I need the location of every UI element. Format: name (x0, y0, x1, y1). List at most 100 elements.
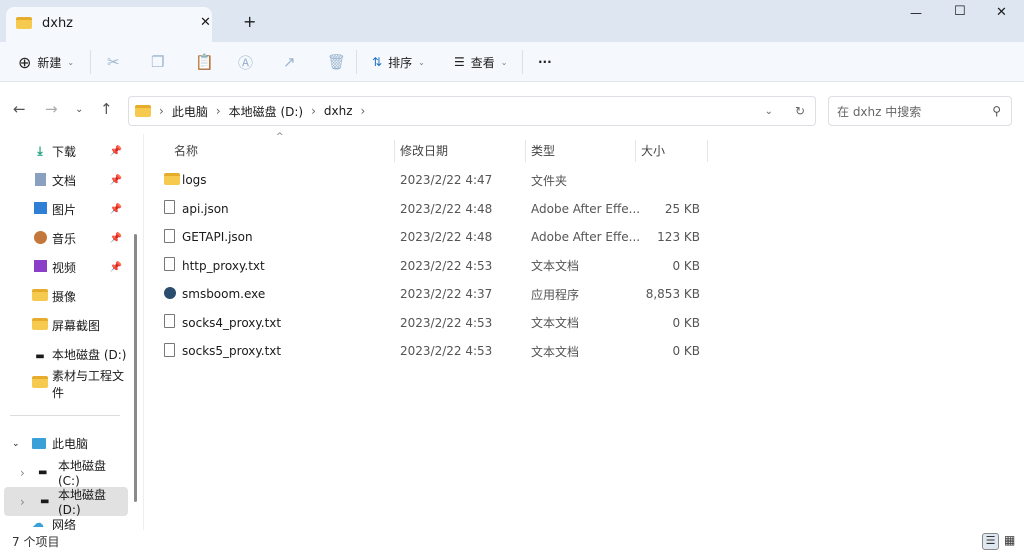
refresh-icon[interactable]: ↻ (795, 104, 805, 118)
copy-icon[interactable]: ❐ (151, 42, 164, 82)
file-row[interactable]: GETAPI.json 2023/2/22 4:48 Adobe After E… (160, 223, 710, 251)
folder-icon (164, 172, 180, 188)
pin-icon: 📌 (109, 262, 122, 273)
file-type: Adobe After Effe... (531, 230, 641, 244)
file-date: 2023/2/22 4:48 (400, 230, 493, 244)
sort-icon: ⇅ (372, 55, 383, 69)
sidebar-network[interactable]: ☁ 网络 (0, 516, 128, 530)
address-bar[interactable]: › 此电脑 › 本地磁盘 (D:) › dxhz › ⌄ ↻ (128, 96, 816, 126)
pin-icon: 📌 (109, 175, 122, 186)
sidebar-item[interactable]: 素材与工程文件 (0, 369, 128, 400)
new-button[interactable]: ⊕ 新建 ⌄ (18, 42, 74, 82)
breadcrumb-drive-d[interactable]: 本地磁盘 (D:) (229, 103, 303, 120)
file-row[interactable]: http_proxy.txt 2023/2/22 4:53 文本文档 0 KB (160, 252, 710, 280)
tiles-view-button[interactable]: ▦ (1004, 533, 1015, 547)
file-icon (164, 228, 175, 246)
cut-icon[interactable]: ✂ (107, 42, 120, 82)
breadcrumb-this-pc[interactable]: 此电脑 (172, 103, 208, 120)
file-type: 文本文档 (531, 259, 580, 273)
navigation-pane: ⤓ 下载 📌 文档 📌 图片 📌 音乐 📌 视频 📌 摄像 屏幕截图 ▬ 本地磁盘 (D:) 素材与工程文件 … (0, 134, 138, 530)
file-date: 2023/2/22 4:37 (400, 287, 493, 301)
sidebar-item[interactable]: 摄像 (0, 282, 128, 311)
pin-icon: 📌 (109, 146, 122, 157)
sort-button[interactable]: ⇅ 排序 ⌄ (372, 42, 425, 82)
view-list-icon: ☰ (454, 55, 465, 69)
search-icon: ⚲ (992, 104, 1001, 118)
file-icon (164, 257, 175, 274)
video-icon (32, 260, 48, 275)
file-row[interactable]: smsboom.exe 2023/2/22 4:37 应用程序 8,853 KB (160, 280, 710, 308)
column-header-date[interactable]: 修改日期 (400, 138, 448, 162)
file-name: http_proxy.txt (182, 258, 265, 273)
chevron-down-icon: ⌄ (500, 57, 508, 67)
sidebar-item[interactable]: ⤓ 下载 📌 (0, 137, 128, 166)
back-icon[interactable]: ← (13, 100, 26, 118)
sidebar-drive-d[interactable]: › ▬ 本地磁盘 (D:) (4, 487, 128, 517)
music-icon (32, 230, 48, 247)
sidebar-item[interactable]: 视频 📌 (0, 253, 128, 282)
drive-icon: ▬ (38, 467, 48, 478)
address-dropdown-icon[interactable]: ⌄ (765, 106, 773, 117)
up-icon[interactable]: ↑ (100, 100, 113, 118)
command-bar: ⊕ 新建 ⌄ ✂ ❐ 📋 Ⓐ ↗ 🗑 ⇅ 排序 ⌄ ☰ 查看 ⌄ ··· (0, 42, 1024, 82)
sidebar-item[interactable]: 文档 📌 (0, 166, 128, 195)
rename-icon[interactable]: Ⓐ (238, 42, 253, 82)
new-tab-button[interactable]: + (243, 12, 256, 31)
details-view-button[interactable]: ☰ (982, 533, 999, 550)
file-name: socks4_proxy.txt (182, 315, 282, 330)
file-name: api.json (182, 201, 229, 216)
delete-icon[interactable]: 🗑 (327, 42, 346, 82)
file-date: 2023/2/22 4:48 (400, 201, 493, 216)
file-icon (164, 200, 175, 217)
computer-icon (32, 438, 46, 449)
pictures-icon (32, 202, 48, 217)
file-type: 文本文档 (531, 316, 580, 330)
sidebar-item[interactable]: 图片 📌 (0, 195, 128, 224)
forward-icon[interactable]: → (45, 100, 58, 118)
file-date: 2023/2/22 4:53 (400, 344, 493, 358)
breadcrumb-dxhz[interactable]: dxhz (324, 104, 353, 118)
folder-icon (32, 289, 48, 304)
sidebar-item[interactable]: 屏幕截图 (0, 311, 128, 340)
paste-icon[interactable]: 📋 (195, 42, 214, 82)
folder-icon (32, 376, 48, 391)
document-icon (32, 172, 48, 189)
file-date: 2023/2/22 4:53 (400, 315, 493, 330)
minimize-button[interactable]: — (910, 6, 922, 20)
tab-title: dxhz (42, 16, 74, 31)
column-header-name[interactable]: 名称 (174, 138, 198, 162)
close-window-button[interactable]: ✕ (996, 5, 1007, 20)
file-icon (164, 342, 175, 360)
status-bar: 7 个项目 ☰ ▦ (0, 530, 1024, 553)
file-row[interactable]: api.json 2023/2/22 4:48 Adobe After Effe… (160, 195, 710, 223)
file-row[interactable]: logs 2023/2/22 4:47 文件夹 (160, 166, 710, 194)
maximize-button[interactable]: ☐ (954, 4, 966, 19)
sidebar-item[interactable]: ▬ 本地磁盘 (D:) (0, 340, 128, 369)
sidebar-drive-c[interactable]: › ▬ 本地磁盘 (C:) (0, 458, 128, 488)
more-button[interactable]: ··· (538, 42, 552, 82)
file-size: 123 KB (657, 230, 700, 244)
file-size: 0 KB (672, 344, 700, 358)
file-name: socks5_proxy.txt (182, 344, 282, 358)
search-input[interactable]: 在 dxhz 中搜索 ⚲ (828, 96, 1012, 126)
chevron-down-icon: ⌄ (67, 57, 75, 67)
drive-icon: ▬ (40, 496, 50, 507)
column-header-type[interactable]: 类型 (531, 138, 555, 162)
plus-circle-icon: ⊕ (18, 52, 32, 72)
file-type: 应用程序 (531, 287, 580, 302)
folder-icon (135, 105, 151, 117)
share-icon[interactable]: ↗ (283, 42, 296, 82)
file-type: Adobe After Effe... (531, 201, 641, 216)
sidebar-this-pc[interactable]: ⌄ 此电脑 (0, 429, 128, 458)
file-row[interactable]: socks5_proxy.txt 2023/2/22 4:53 文本文档 0 K… (160, 337, 710, 365)
item-count: 7 个项目 (12, 535, 60, 549)
sidebar-item[interactable]: 音乐 📌 (0, 224, 128, 253)
file-date: 2023/2/22 4:53 (400, 258, 493, 273)
tab-dxhz[interactable]: dxhz ✕ (6, 7, 212, 42)
file-row[interactable]: socks4_proxy.txt 2023/2/22 4:53 文本文档 0 K… (160, 309, 710, 337)
tab-close-button[interactable]: ✕ (200, 15, 211, 30)
view-button[interactable]: ☰ 查看 ⌄ (454, 42, 507, 82)
recent-chevron-icon[interactable]: ⌄ (75, 104, 83, 115)
sidebar-scrollbar[interactable] (134, 234, 137, 502)
column-header-size[interactable]: 大小 (641, 138, 665, 162)
